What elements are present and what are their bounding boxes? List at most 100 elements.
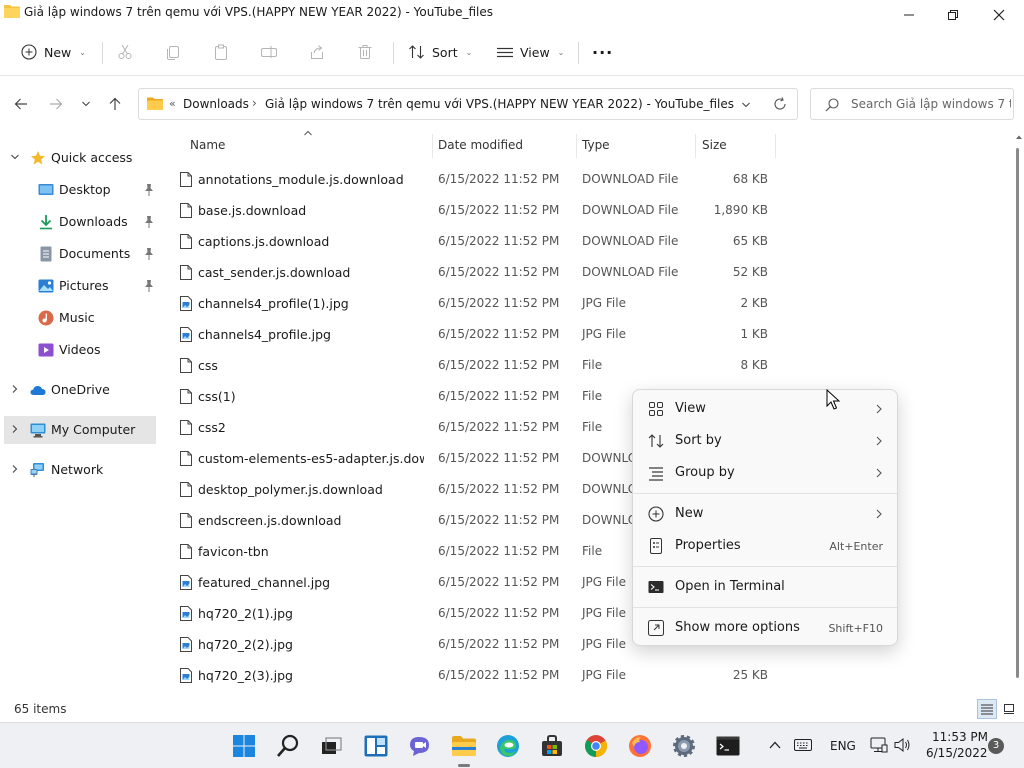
chevron-right-icon[interactable] <box>10 464 20 474</box>
more-options-button[interactable]: ··· <box>592 38 613 66</box>
address-bar[interactable]: « Downloads › Giả lập windows 7 trên qem… <box>138 88 798 120</box>
notification-badge[interactable]: 3 <box>988 738 1004 754</box>
delete-button[interactable] <box>356 38 374 66</box>
menu-item-properties[interactable]: Properties Alt+Enter <box>637 531 895 561</box>
clock-date[interactable]: 6/15/2022 <box>926 746 988 760</box>
chevron-down-icon[interactable] <box>741 100 751 110</box>
breadcrumb-separator[interactable]: › <box>252 96 257 110</box>
volume-button[interactable] <box>894 736 912 754</box>
new-button[interactable]: New ⌄ <box>20 38 86 66</box>
share-button[interactable] <box>308 38 326 66</box>
nav-item-downloads[interactable]: Downloads <box>4 208 156 236</box>
nav-item-desktop[interactable]: Desktop <box>4 176 156 204</box>
forward-button[interactable] <box>45 93 67 115</box>
input-language[interactable]: ENG <box>830 739 856 753</box>
menu-item-open-in-terminal[interactable]: Open in Terminal <box>637 572 895 602</box>
show-hidden-icons-button[interactable] <box>766 736 784 754</box>
pin-icon[interactable] <box>143 215 155 229</box>
file-row[interactable]: annotations_module.js.download 6/15/2022 … <box>174 164 774 195</box>
menu-item-show-more-options[interactable]: Show more options Shift+F10 <box>637 613 895 643</box>
nav-item-videos[interactable]: Videos <box>4 336 156 364</box>
file-row[interactable]: hq720_2(3).jpg 6/15/2022 11:52 PM JPG File… <box>174 660 774 691</box>
details-view-button[interactable] <box>977 699 997 719</box>
refresh-icon[interactable] <box>773 97 787 111</box>
column-divider[interactable] <box>576 134 577 158</box>
column-header-size[interactable]: Size <box>702 138 727 152</box>
rename-icon <box>260 43 278 61</box>
breadcrumb-overflow[interactable]: « <box>169 97 176 110</box>
menu-item-group-by[interactable]: Group by <box>637 458 895 488</box>
file-type: DOWNLOAD File <box>582 172 679 186</box>
tiles-view-button[interactable] <box>999 699 1019 719</box>
chrome-button[interactable] <box>582 732 610 760</box>
column-header-name[interactable]: Name <box>190 138 225 152</box>
file-row[interactable]: channels4_profile.jpg 6/15/2022 11:52 PM J… <box>174 319 774 350</box>
paste-button[interactable] <box>212 38 230 66</box>
search-button[interactable] <box>274 732 302 760</box>
vertical-scrollbar[interactable] <box>1014 130 1024 696</box>
nav-item-documents[interactable]: Documents <box>4 240 156 268</box>
view-button[interactable]: View ⌄ <box>496 38 564 66</box>
chevron-down-icon[interactable] <box>10 152 20 162</box>
up-button[interactable] <box>104 93 126 115</box>
menu-item-view[interactable]: View <box>637 394 895 424</box>
column-header-type[interactable]: Type <box>582 138 610 152</box>
menu-item-sort-by[interactable]: Sort by <box>637 426 895 456</box>
firefox-button[interactable] <box>626 732 654 760</box>
menu-item-new[interactable]: New <box>637 499 895 529</box>
file-row[interactable]: base.js.download 6/15/2022 11:52 PM DOWNLO… <box>174 195 774 226</box>
breadcrumb-current-folder[interactable]: Giả lập windows 7 trên qemu với VPS.(HAP… <box>265 97 734 111</box>
column-divider[interactable] <box>432 134 433 158</box>
nav-item-pictures[interactable]: Pictures <box>4 272 156 300</box>
column-divider[interactable] <box>775 134 776 158</box>
network-status-button[interactable] <box>870 736 888 754</box>
copy-button[interactable] <box>164 38 182 66</box>
task-view-button[interactable] <box>318 732 346 760</box>
file-row[interactable]: cast_sender.js.download 6/15/2022 11:52 P… <box>174 257 774 288</box>
chevron-right-icon[interactable] <box>10 384 20 394</box>
file-type: File <box>582 420 603 434</box>
scrollbar-thumb[interactable] <box>1016 148 1019 678</box>
settings-button[interactable] <box>670 732 698 760</box>
nav-item-music[interactable]: Music <box>4 304 156 332</box>
nav-item-my-computer[interactable]: My Computer <box>4 416 156 444</box>
nav-item-quick-access[interactable]: Quick access <box>4 144 156 172</box>
clock-time[interactable]: 11:53 PM <box>932 730 988 744</box>
file-icon <box>180 358 192 373</box>
scroll-up-arrow-icon[interactable] <box>1015 134 1023 140</box>
minimize-button[interactable] <box>886 0 932 30</box>
large-icons-view-icon <box>1004 704 1014 714</box>
file-row[interactable]: captions.js.download 6/15/2022 11:52 PM DO… <box>174 226 774 257</box>
rename-button[interactable] <box>260 38 278 66</box>
start-button[interactable] <box>230 732 258 760</box>
nav-item-onedrive[interactable]: OneDrive <box>4 376 156 404</box>
cut-button[interactable] <box>116 38 134 66</box>
widgets-button[interactable] <box>362 732 390 760</box>
file-row[interactable]: channels4_profile(1).jpg 6/15/2022 11:52 … <box>174 288 774 319</box>
teams-chat-button[interactable] <box>406 732 434 760</box>
file-explorer-button[interactable] <box>450 732 478 760</box>
chevron-right-icon[interactable] <box>10 424 20 434</box>
column-header-date[interactable]: Date modified <box>438 138 523 152</box>
recent-locations-button[interactable] <box>75 93 97 115</box>
search-input[interactable]: Search Giả lập windows 7 trê... <box>810 88 1014 120</box>
sort-button[interactable]: Sort ⌄ <box>408 38 472 66</box>
maximize-button[interactable] <box>930 0 976 30</box>
pin-icon[interactable] <box>143 183 155 197</box>
column-divider[interactable] <box>695 134 696 158</box>
file-row[interactable]: css 6/15/2022 11:52 PM File 8 KB <box>174 350 774 381</box>
close-button[interactable] <box>976 0 1022 30</box>
back-button[interactable] <box>10 93 32 115</box>
terminal-button[interactable] <box>714 732 742 760</box>
touch-keyboard-button[interactable] <box>794 736 812 754</box>
pin-icon[interactable] <box>143 279 155 293</box>
store-button[interactable] <box>538 732 566 760</box>
chevron-right-icon <box>876 468 882 478</box>
file-name: hq720_2(3).jpg <box>198 668 293 683</box>
pin-icon[interactable] <box>143 247 155 261</box>
nav-item-network[interactable]: Network <box>4 456 156 484</box>
music-icon <box>38 310 54 326</box>
breadcrumb-downloads[interactable]: Downloads <box>183 97 249 111</box>
edge-button[interactable] <box>494 732 522 760</box>
file-type: File <box>582 389 603 403</box>
